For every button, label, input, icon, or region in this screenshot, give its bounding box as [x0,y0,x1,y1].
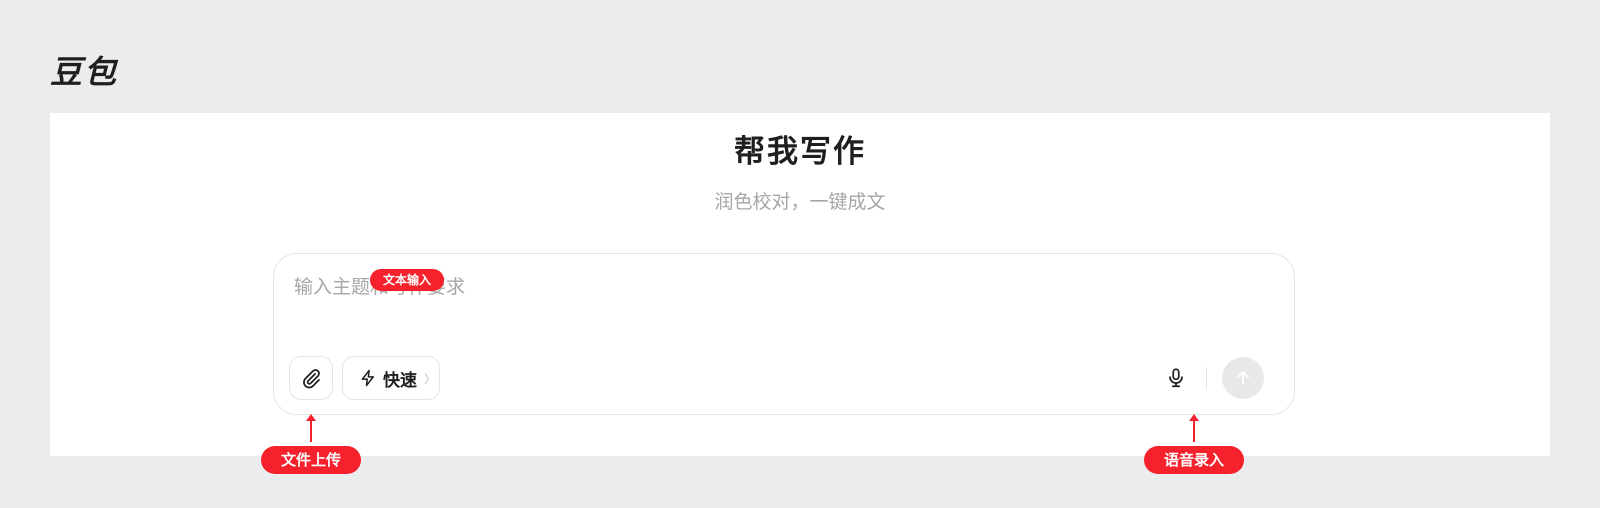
toolbar-divider [1206,367,1207,389]
attach-file-button[interactable] [289,356,333,400]
quick-mode-button[interactable]: 快速 〉 [342,356,440,400]
microphone-icon [1169,368,1183,388]
annotation-arrow-upload [306,414,316,442]
annotation-arrow-voice [1189,414,1199,442]
writing-panel: 帮我写作 润色校对，一键成文 快速 〉 [50,113,1550,456]
quick-mode-label: 快速 [383,370,417,391]
annotation-text-input: 文本输入 [370,269,444,291]
annotation-file-upload: 文件上传 [261,446,361,474]
send-button[interactable] [1222,357,1264,399]
brand-logo: 豆包 [50,53,119,91]
lightning-icon [361,369,374,387]
arrow-up-icon [1237,371,1249,385]
page: 豆包 帮我写作 润色校对，一键成文 快速 〉 [0,0,1600,508]
annotation-voice-input: 语音录入 [1144,446,1244,474]
chevron-right-icon: 〉 [424,371,437,386]
paperclip-icon [303,369,320,389]
voice-input-button[interactable] [1160,362,1192,394]
page-title: 帮我写作 [734,134,866,170]
page-subtitle: 润色校对，一键成文 [714,191,886,213]
